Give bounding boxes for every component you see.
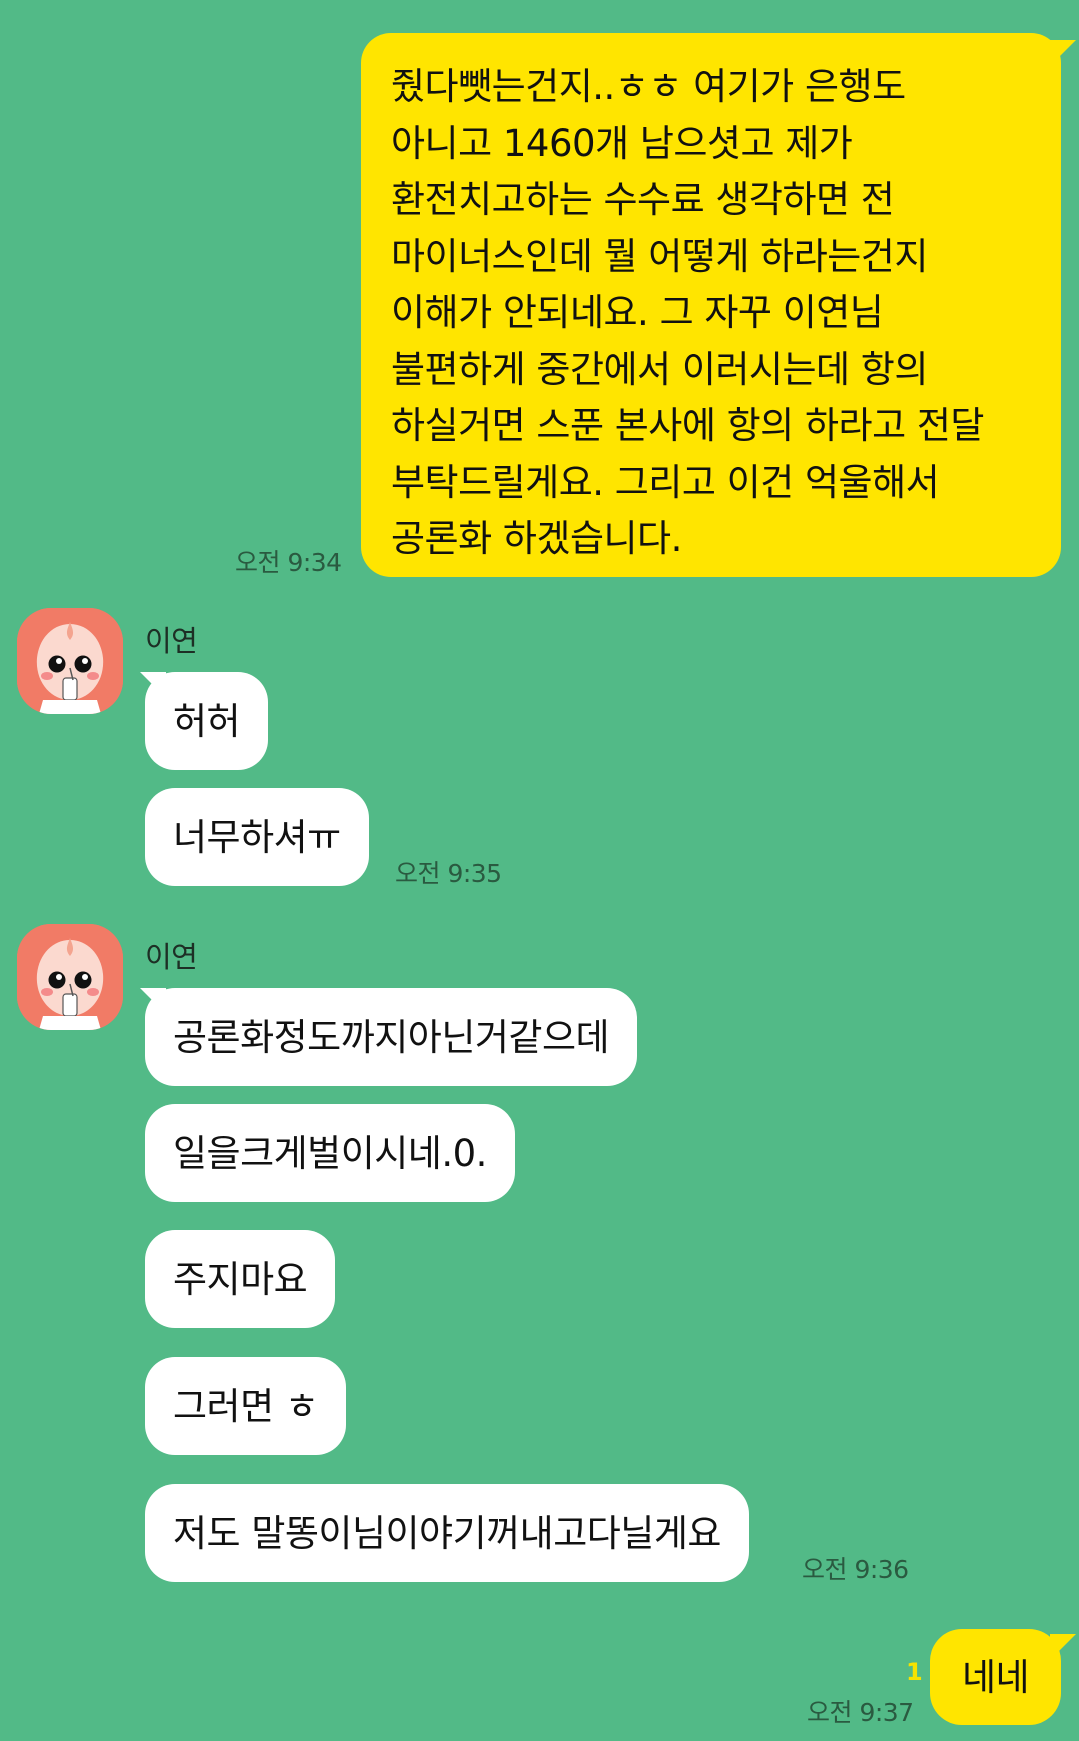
- message-text: 허허: [173, 699, 241, 743]
- incoming-message-bubble[interactable]: 너무하셔ㅠ: [145, 788, 369, 886]
- peach-avatar-icon: [17, 608, 123, 714]
- message-text: 네네: [961, 1655, 1030, 1699]
- peach-avatar-icon: [17, 924, 123, 1030]
- message-time: 오전 9:35: [395, 859, 502, 888]
- message-text: 일을크게벌이시네.0.: [173, 1131, 487, 1175]
- avatar[interactable]: [17, 608, 123, 714]
- message-text: 그러면 ㅎ: [173, 1384, 319, 1428]
- message-line: 줬다뺏는건지..ㅎㅎ 여기가 은행도: [391, 65, 906, 108]
- message-line: 이해가 안되네요. 그 자꾸 이연님: [391, 291, 884, 334]
- message-line: 아니고 1460개 남으셧고 제가: [391, 121, 853, 165]
- message-time: 오전 9:37: [807, 1698, 914, 1727]
- message-line: 환전치고하는 수수료 생각하면 전: [391, 178, 895, 221]
- message-time: 오전 9:36: [802, 1555, 909, 1584]
- message-line: 부탁드릴게요. 그리고 이건 억울해서: [391, 460, 940, 504]
- outgoing-message-bubble[interactable]: 네네: [930, 1629, 1061, 1725]
- sender-name: 이연: [145, 940, 198, 974]
- message-line: 하실거면 스푼 본사에 항의 하라고 전달: [391, 404, 984, 447]
- incoming-message-bubble[interactable]: 주지마요: [145, 1230, 336, 1328]
- incoming-message-bubble[interactable]: 허허: [145, 672, 269, 770]
- message-time: 오전 9:34: [235, 548, 342, 577]
- message-text: 너무하셔ㅠ: [173, 815, 341, 859]
- message-line: 불편하게 중간에서 이러시는데 항의: [391, 347, 928, 391]
- incoming-message-bubble[interactable]: 일을크게벌이시네.0.: [145, 1104, 515, 1202]
- unread-count: 1: [906, 1658, 923, 1686]
- message-text: 저도 말똥이님이야기꺼내고다닐게요: [173, 1511, 721, 1555]
- incoming-message-bubble[interactable]: 그러면 ㅎ: [145, 1357, 347, 1455]
- message-text: 주지마요: [173, 1257, 308, 1301]
- incoming-message-bubble[interactable]: 저도 말똥이님이야기꺼내고다닐게요: [145, 1484, 749, 1582]
- message-text: 공론화정도까지아닌거같으데: [173, 1015, 610, 1059]
- outgoing-message-bubble[interactable]: 줬다뺏는건지..ㅎㅎ 여기가 은행도 아니고 1460개 남으셧고 제가 환전치…: [361, 33, 1061, 577]
- message-line: 공론화 하겠습니다.: [391, 517, 682, 560]
- avatar[interactable]: [17, 924, 123, 1030]
- chat-view: 줬다뺏는건지..ㅎㅎ 여기가 은행도 아니고 1460개 남으셧고 제가 환전치…: [0, 0, 1079, 1741]
- incoming-message-bubble[interactable]: 공론화정도까지아닌거같으데: [145, 988, 638, 1086]
- sender-name: 이연: [145, 624, 198, 658]
- message-line: 마이너스인데 뭘 어떻게 하라는건지: [391, 234, 928, 278]
- bubble-tail: [1050, 1634, 1076, 1660]
